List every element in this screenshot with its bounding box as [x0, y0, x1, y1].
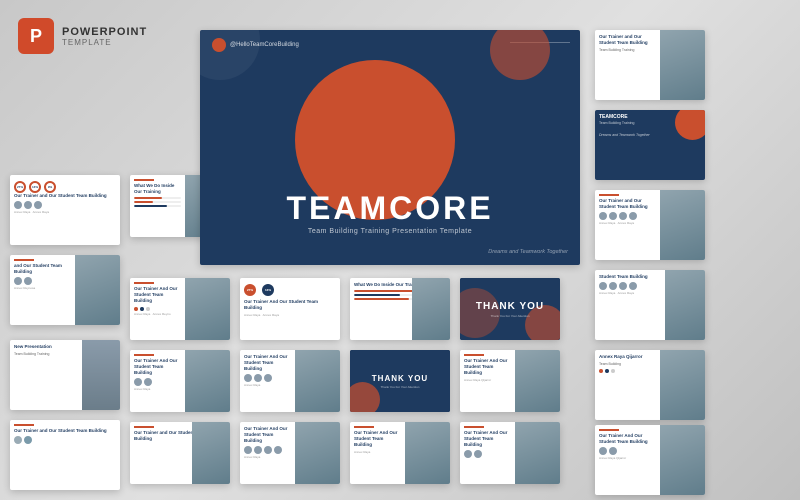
hero-circle-small [490, 30, 550, 80]
slide-tl-title: Our Trainer and Our Student Team Buildin… [14, 193, 116, 199]
slide-bbb1: Our Trainer and Our Student Team Buildin… [130, 422, 230, 484]
slide-bbbr: Our Trainer And Our Student Team Buildin… [595, 425, 705, 495]
hero-content: TEAMCORE Team Building Training Presenta… [200, 192, 580, 235]
branding-title: POWERPOINT [62, 26, 147, 38]
slide-bbb2: Our Trainer And Our Student Team Buildin… [240, 422, 340, 484]
slide-bbb4: Our Trainer And Our Student Team Buildin… [460, 422, 560, 484]
hero-main-title: TEAMCORE [200, 192, 580, 224]
slide-tl: 27% 13% 9% Our Trainer and Our Student T… [10, 175, 120, 245]
slide-ml: and Our Student Team Building Annex Reyn… [10, 255, 120, 325]
social-handle: @HelloTeamCoreBuilding [230, 42, 299, 48]
slide-thank-you: THANK YOU Thank You For Your Attention [460, 278, 560, 340]
slide-bl: New Presentation Team Building Training [10, 340, 120, 410]
slide-bbl: Our Trainer and Our Student Team Buildin… [10, 420, 120, 490]
powerpoint-icon: P [18, 18, 54, 54]
thank-you-title: THANK YOU [476, 301, 544, 312]
slide-br: Student Team Building Annex Raya Annex R… [595, 270, 705, 340]
branding-area: P POWERPOINT TEMPLATE [18, 18, 147, 54]
slide-bb2: Our Trainer And Our Student Team Buildin… [240, 350, 340, 412]
slide-bb3-sub: Thank You For Your Attention [381, 385, 420, 389]
slide-b3: What We Do Inside Our Training [350, 278, 450, 340]
slide-bb3: THANK YOU Thank You For Your Attention [350, 350, 450, 412]
hero-slide: @HelloTeamCoreBuilding TEAMCORE Team Bui… [200, 30, 580, 265]
slide-b2: 27% 13% Our Trainer And Our Student Team… [240, 278, 340, 340]
social-icon [212, 38, 226, 52]
slide-tr: Our Trainer and Our Student Team Buildin… [595, 30, 705, 100]
hero-tagline: Dreams and Teamwork Together [488, 249, 568, 255]
slide-bb4: Our Trainer And Our Student Team Buildin… [460, 350, 560, 412]
hero-social: @HelloTeamCoreBuilding [212, 38, 299, 52]
branding-text: POWERPOINT TEMPLATE [62, 26, 147, 47]
branding-subtitle: TEMPLATE [62, 38, 147, 47]
slide-bb1: Our Trainer And Our Student Team Buildin… [130, 350, 230, 412]
slide-bbr: Annex Raya Qijarror Team Building [595, 350, 705, 420]
slide-mr2: Our Trainer and Our Student Team Buildin… [595, 190, 705, 260]
slide-mr: TEAMCORE Team Building Training Dreams a… [595, 110, 705, 180]
slide-b1: Our Trainer And Our Student Team Buildin… [130, 278, 230, 340]
slide-bbb3: Our Trainer And Our Student Team Buildin… [350, 422, 450, 484]
slide-bb3-title: THANK YOU [372, 374, 428, 383]
hero-subtitle: Team Building Training Presentation Temp… [200, 228, 580, 235]
thank-you-sub: Thank You For Your Attention [491, 314, 530, 318]
